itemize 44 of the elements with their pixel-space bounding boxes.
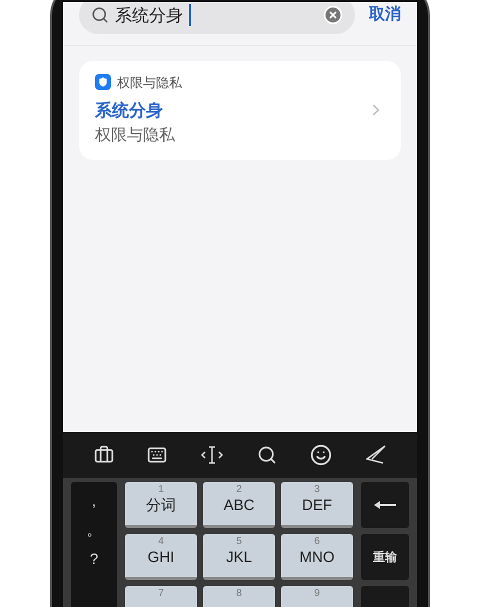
search-icon — [91, 6, 109, 24]
result-subtitle: 权限与隐私 — [95, 126, 176, 146]
key-label: GHI — [148, 548, 174, 568]
result-title: 系统分身 — [95, 100, 164, 122]
arrow-icon[interactable] — [366, 444, 386, 465]
briefcase-icon[interactable] — [94, 444, 114, 465]
search-value: 系统分身 — [115, 4, 183, 27]
category-label: 权限与隐私 — [117, 74, 182, 92]
letter-key[interactable]: 5 JKL — [203, 534, 275, 580]
smile-icon[interactable] — [310, 444, 332, 466]
text-cursor-icon[interactable] — [201, 444, 224, 465]
letter-key[interactable]: 2 ABC — [203, 482, 275, 528]
letter-key[interactable]: 6 MNO — [281, 534, 353, 580]
symbol-key[interactable]: , — [92, 494, 96, 509]
search-field[interactable]: 系统分身 — [79, 2, 355, 34]
key-digit: 4 — [158, 536, 164, 548]
left-arrow-icon — [374, 501, 396, 509]
key-digit: 8 — [236, 588, 242, 600]
key-digit: 9 — [314, 588, 320, 600]
reset-key[interactable]: 重输 — [361, 534, 409, 580]
clear-icon[interactable] — [323, 5, 343, 26]
letter-key[interactable]: 3 DEF — [281, 482, 353, 528]
key-digit: 7 — [158, 588, 164, 600]
symbol-key[interactable]: ? — [90, 552, 98, 567]
key-digit: 5 — [236, 536, 242, 548]
key-digit: 2 — [236, 484, 242, 496]
key-label: DEF — [302, 496, 332, 516]
key-digit: 6 — [314, 536, 320, 548]
symbol-key[interactable]: 。 — [86, 523, 102, 538]
result-card[interactable]: 权限与隐私 系统分身 权限与隐私 — [79, 60, 401, 160]
key-digit: 1 — [158, 484, 164, 496]
keyboard-icon[interactable] — [147, 444, 168, 465]
search-icon[interactable] — [256, 444, 277, 465]
key-label: 分词 — [146, 496, 176, 516]
backspace-key[interactable] — [361, 482, 409, 528]
key-label: ABC — [224, 496, 254, 516]
key-digit: 3 — [314, 484, 320, 496]
cancel-button[interactable]: 取消 — [369, 3, 401, 28]
letter-key[interactable]: 4 GHI — [125, 534, 197, 580]
letter-key[interactable]: 1 分词 — [125, 482, 197, 528]
text-cursor — [189, 4, 191, 26]
key-label: JKL — [226, 548, 252, 568]
shield-icon — [95, 74, 111, 90]
key-label: MNO — [300, 548, 334, 568]
